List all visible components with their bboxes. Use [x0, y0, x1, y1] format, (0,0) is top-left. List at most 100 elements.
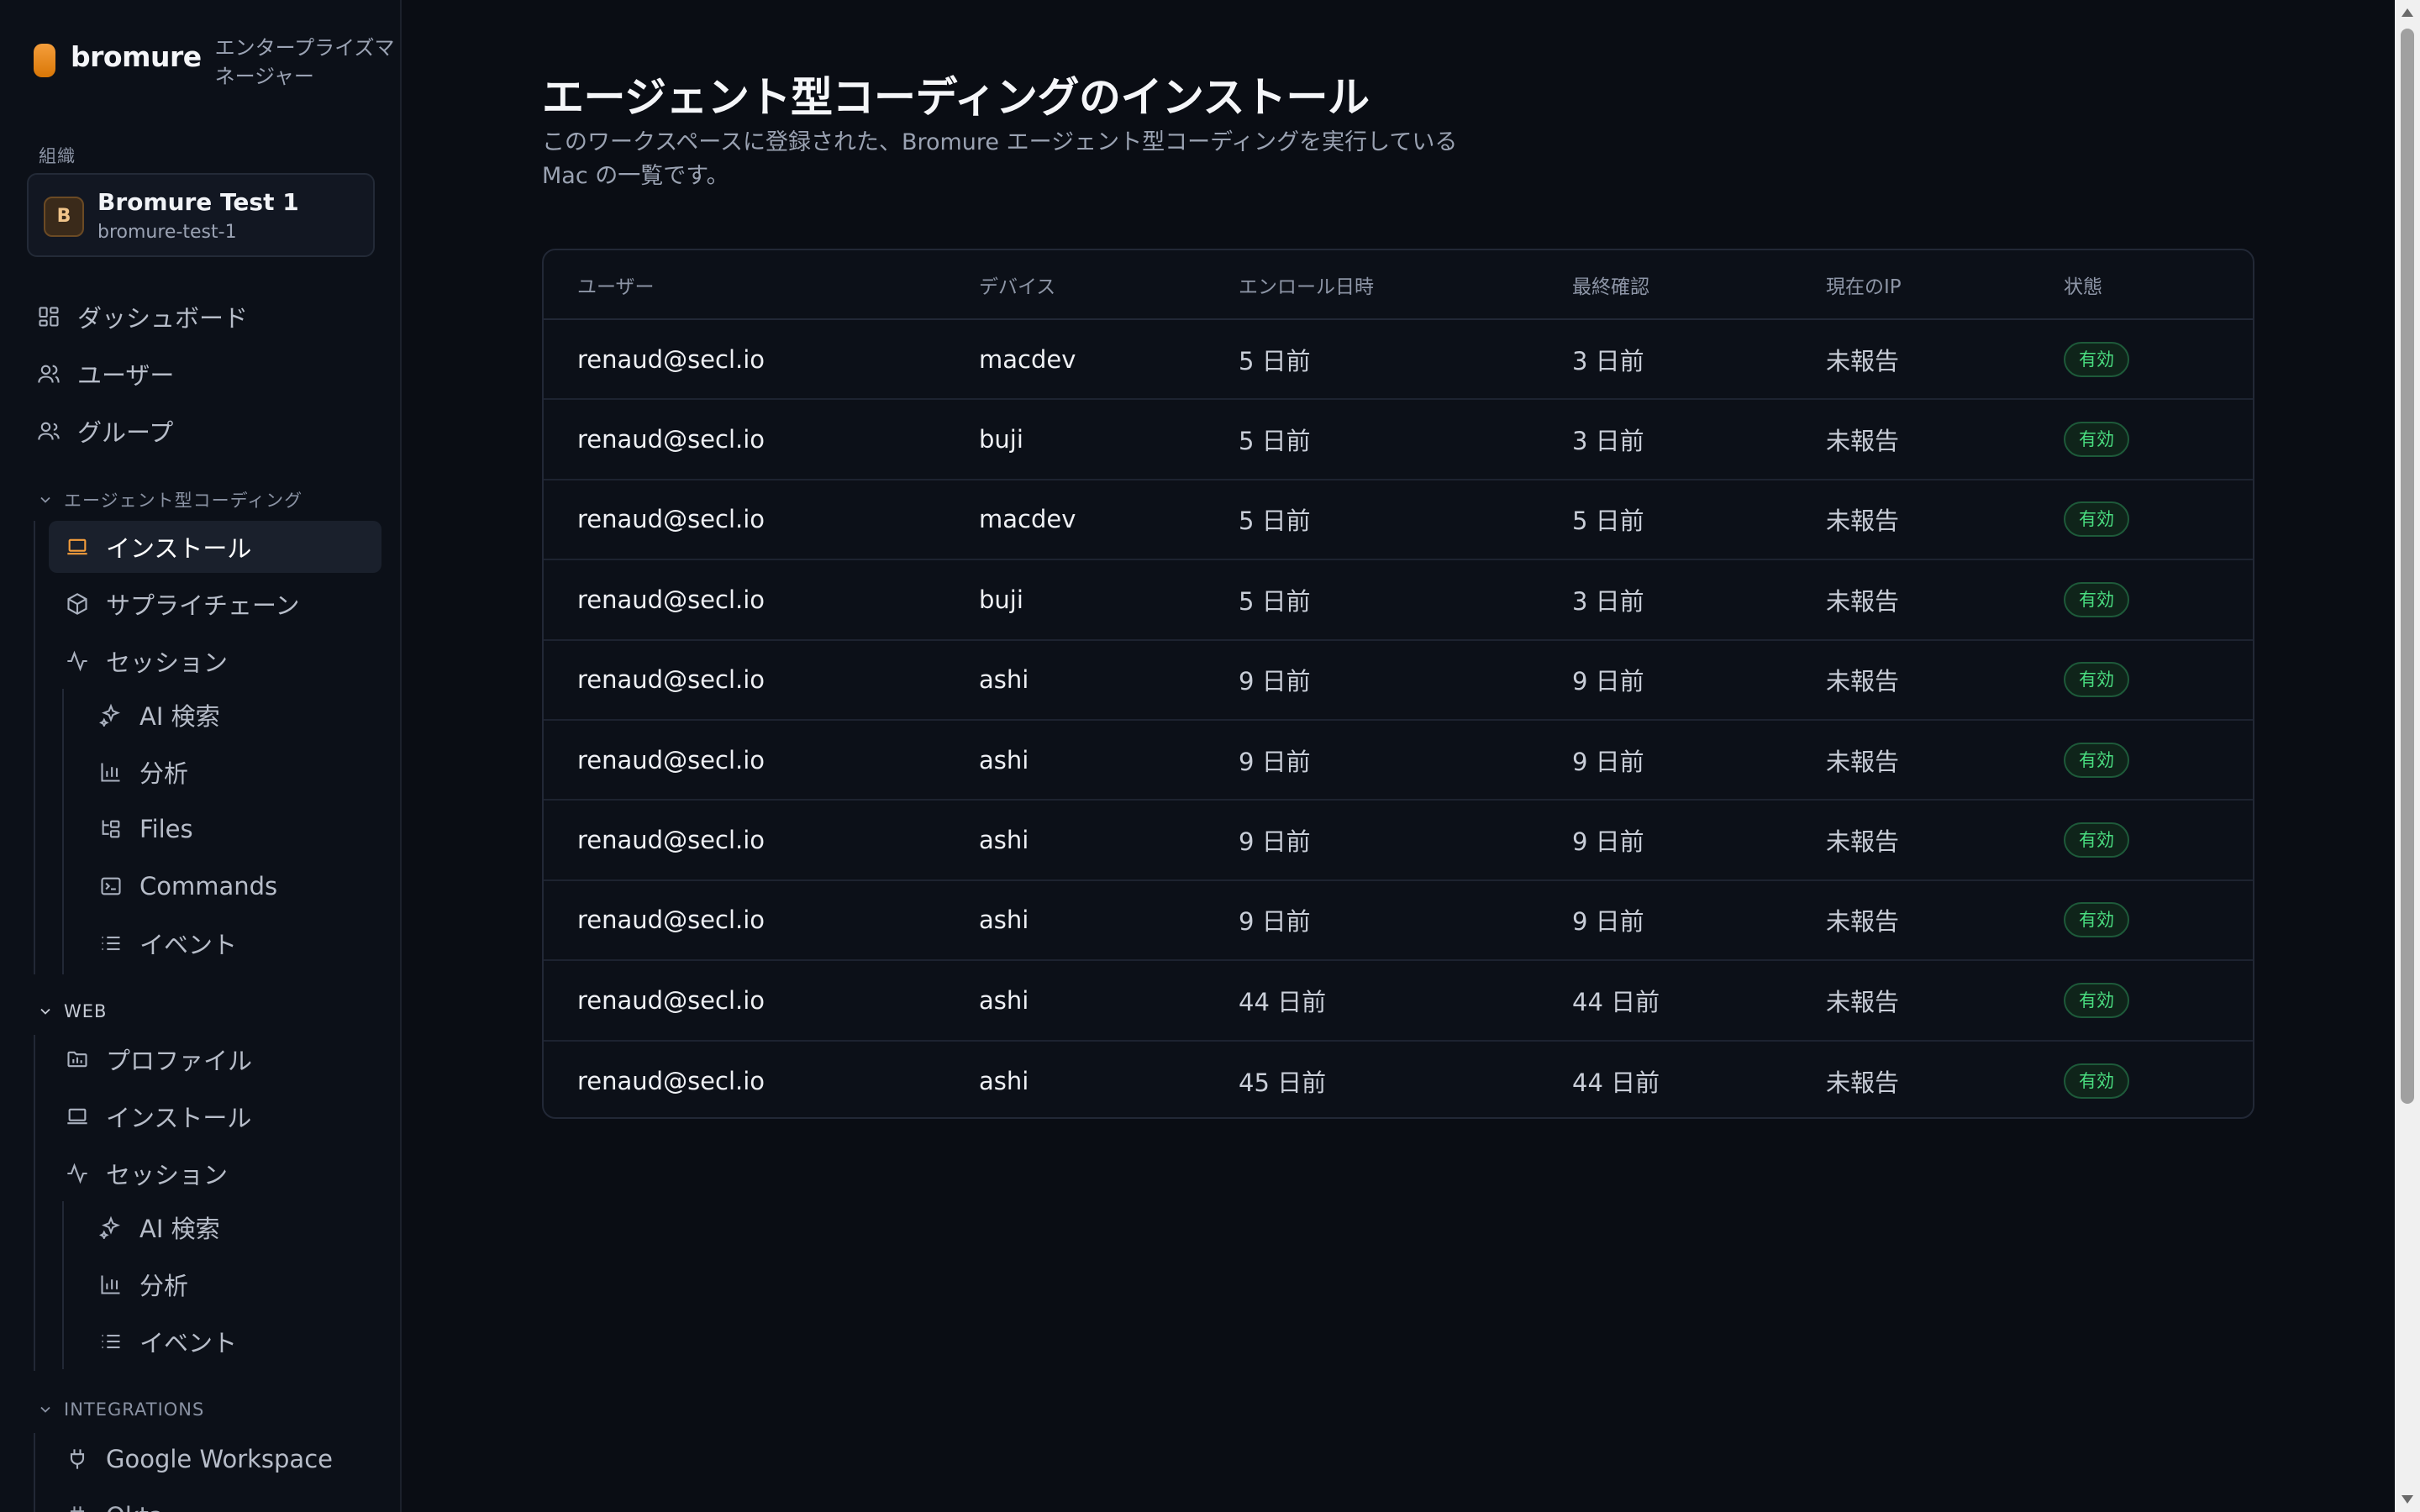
package-icon — [66, 592, 89, 616]
org-name: Bromure Test 1 — [97, 188, 299, 216]
nav-google-workspace[interactable]: Google Workspace — [66, 1433, 381, 1485]
group-agentic-coding[interactable]: エージェント型コーディング — [37, 487, 302, 512]
cell-status: 有効 — [2030, 399, 2253, 479]
nav-supply-chain[interactable]: サプライチェーン — [66, 578, 381, 630]
cell-enrolled: 9 日前 — [1239, 667, 1311, 696]
nav-web-profiles[interactable]: プロファイル — [66, 1033, 381, 1085]
scroll-down-arrow-icon[interactable] — [2402, 1495, 2413, 1504]
cell-enrolled: 44 日前 — [1239, 987, 1327, 1016]
table-row[interactable]: renaud@secl.io ashi 9 日前 9 日前 未報告 有効 — [544, 880, 2253, 961]
cell-user: renaud@secl.io — [577, 505, 765, 534]
list-icon — [99, 932, 123, 955]
cell-enrolled: 9 日前 — [1239, 827, 1311, 857]
nav-web-install-label: インストール — [106, 1104, 252, 1132]
nav-web-events[interactable]: イベント — [99, 1315, 381, 1368]
main-content: エージェント型コーディングのインストール このワークスペースに登録された、Bro… — [403, 0, 2395, 1512]
cell-ip: 未報告 — [1826, 907, 1900, 937]
status-badge: 有効 — [2064, 822, 2129, 858]
scroll-up-arrow-icon[interactable] — [2402, 8, 2413, 17]
nav-agentic-commands[interactable]: Commands — [99, 860, 381, 912]
cell-user: renaud@secl.io — [577, 425, 765, 454]
org-section-label: 組織 — [39, 146, 76, 166]
nav-integration-next[interactable]: Okta — [66, 1490, 381, 1512]
cell-last-seen: 3 日前 — [1572, 586, 1644, 616]
cell-device: ashi — [979, 1066, 1029, 1095]
table-row[interactable]: renaud@secl.io ashi 45 日前 44 日前 未報告 有効 — [544, 1041, 2253, 1117]
table-row[interactable]: renaud@secl.io ashi 9 日前 9 日前 未報告 有効 — [544, 800, 2253, 880]
column-header-last-seen[interactable]: 最終確認 — [1539, 250, 1792, 320]
table-row[interactable]: renaud@secl.io macdev 5 日前 3 日前 未報告 有効 — [544, 319, 2253, 400]
nav-agentic-events[interactable]: イベント — [99, 917, 381, 969]
bar-chart-icon — [99, 1273, 123, 1296]
nav-agentic-ai-search-label: AI 検索 — [139, 702, 220, 731]
nav-web-ai-search[interactable]: AI 検索 — [99, 1201, 381, 1253]
brand-subtitle: エンタープライズマネージャー — [214, 36, 395, 88]
cell-ip: 未報告 — [1826, 507, 1900, 536]
nav-agentic-analytics-label: 分析 — [139, 759, 189, 788]
table-row[interactable]: renaud@secl.io buji 5 日前 3 日前 未報告 有効 — [544, 559, 2253, 640]
cell-ip: 未報告 — [1826, 1068, 1900, 1097]
status-badge: 有効 — [2064, 902, 2129, 938]
group-web[interactable]: WEB — [37, 1001, 107, 1021]
tree-line — [62, 1201, 64, 1369]
nav-groups[interactable]: グループ — [37, 405, 373, 457]
cell-device: buji — [979, 425, 1023, 454]
sidebar: bromure エンタープライズマネージャー 組織 B Bromure Test… — [0, 0, 402, 1512]
group-integrations[interactable]: INTEGRATIONS — [37, 1399, 204, 1420]
dashboard-icon — [37, 305, 60, 328]
column-header-status[interactable]: 状態 — [2030, 250, 2253, 320]
cell-enrolled: 9 日前 — [1239, 907, 1311, 937]
nav-web-events-label: イベント — [139, 1329, 238, 1357]
folder-tree-icon — [99, 817, 123, 841]
nav-web-install[interactable]: インストール — [66, 1090, 381, 1142]
nav-web-profiles-label: プロファイル — [106, 1047, 253, 1075]
column-header-device[interactable]: デバイス — [945, 250, 1205, 320]
column-header-user[interactable]: ユーザー — [544, 250, 945, 320]
cell-last-seen: 44 日前 — [1572, 1068, 1660, 1097]
cell-user: renaud@secl.io — [577, 1066, 765, 1095]
cell-device: macdev — [979, 505, 1076, 534]
table-row[interactable]: renaud@secl.io macdev 5 日前 5 日前 未報告 有効 — [544, 480, 2253, 560]
nav-agentic-sessions[interactable]: セッション — [66, 635, 381, 687]
table-row[interactable]: renaud@secl.io ashi 9 日前 9 日前 未報告 有効 — [544, 640, 2253, 720]
cell-device: ashi — [979, 985, 1029, 1015]
nav-dashboard[interactable]: ダッシュボード — [37, 291, 373, 343]
nav-web-analytics-label: 分析 — [139, 1272, 189, 1300]
scroll-thumb[interactable] — [2401, 29, 2414, 1104]
sparkles-icon — [99, 703, 123, 727]
tree-line — [34, 1035, 35, 1371]
cell-device: ashi — [979, 826, 1029, 855]
nav-agentic-analytics[interactable]: 分析 — [99, 746, 381, 798]
column-header-enrolled[interactable]: エンロール日時 — [1205, 250, 1539, 320]
table-row[interactable]: renaud@secl.io ashi 9 日前 9 日前 未報告 有効 — [544, 720, 2253, 801]
nav-web-sessions[interactable]: セッション — [66, 1147, 381, 1200]
status-badge: 有効 — [2064, 581, 2129, 617]
table-row[interactable]: renaud@secl.io buji 5 日前 3 日前 未報告 有効 — [544, 399, 2253, 480]
cell-last-seen: 9 日前 — [1572, 667, 1644, 696]
cell-ip: 未報告 — [1826, 827, 1900, 857]
nav-agentic-ai-search[interactable]: AI 検索 — [99, 689, 381, 741]
cell-last-seen: 3 日前 — [1572, 427, 1644, 456]
cell-enrolled: 9 日前 — [1239, 747, 1311, 776]
nav-web-sessions-label: セッション — [106, 1161, 229, 1189]
bar-chart-icon — [99, 760, 123, 784]
table-row[interactable]: renaud@secl.io ashi 44 日前 44 日前 未報告 有効 — [544, 960, 2253, 1041]
cell-last-seen: 9 日前 — [1572, 827, 1644, 857]
cell-status: 有効 — [2030, 880, 2253, 960]
brand-name: bromure — [71, 40, 202, 73]
cell-user: renaud@secl.io — [577, 585, 765, 614]
page-scrollbar[interactable] — [2395, 0, 2420, 1512]
list-icon — [99, 1330, 123, 1353]
cell-last-seen: 9 日前 — [1572, 907, 1644, 937]
nav-agentic-install[interactable]: インストール — [49, 521, 381, 573]
brand[interactable]: bromure エンタープライズマネージャー — [34, 34, 400, 91]
org-switcher[interactable]: B Bromure Test 1 bromure-test-1 — [27, 173, 375, 257]
installations-table: ユーザー デバイス エンロール日時 最終確認 現在のIP 状態 renaud@s… — [542, 249, 2254, 1119]
nav-users[interactable]: ユーザー — [37, 348, 373, 400]
column-header-ip[interactable]: 現在のIP — [1792, 250, 2030, 320]
nav-web-analytics[interactable]: 分析 — [99, 1258, 381, 1310]
nav-agentic-files[interactable]: Files — [99, 803, 381, 855]
cell-ip: 未報告 — [1826, 427, 1900, 456]
cell-device: ashi — [979, 906, 1029, 935]
cell-last-seen: 9 日前 — [1572, 747, 1644, 776]
